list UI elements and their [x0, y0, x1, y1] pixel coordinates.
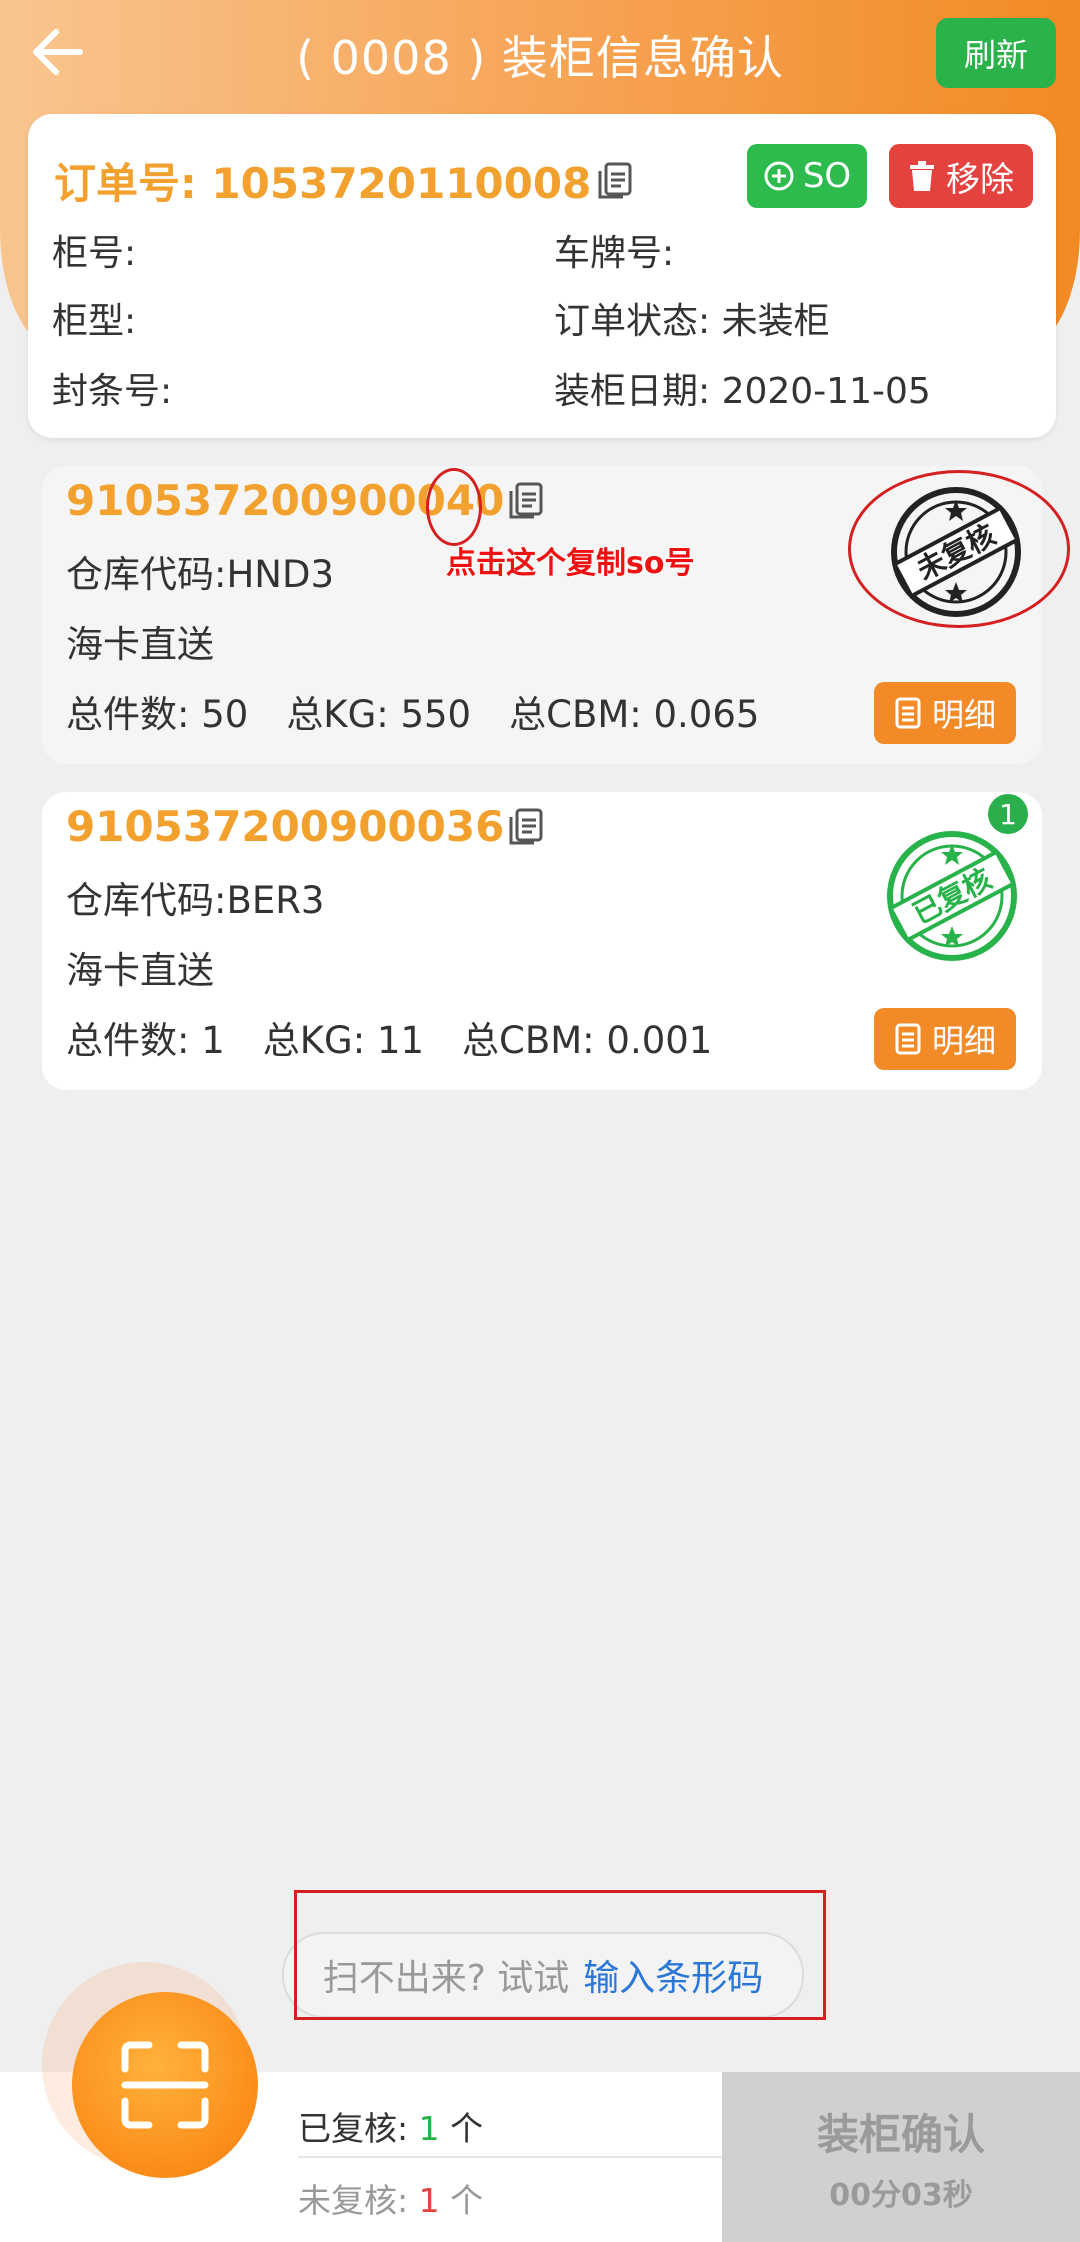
copy-icon[interactable] [508, 481, 544, 521]
stat-divider [298, 2156, 722, 2158]
confirm-timer: 00分03秒 [829, 2177, 973, 2213]
detail-label: 明细 [931, 1022, 996, 1060]
scan-icon [121, 2041, 209, 2129]
total-cbm: 总CBM: 0.065 [509, 693, 760, 736]
remove-button[interactable]: 移除 [889, 144, 1033, 208]
total-cbm: 总CBM: 0.001 [462, 1019, 713, 1062]
shipping-method: 海卡直送 [66, 623, 214, 666]
refresh-button[interactable]: 刷新 [936, 18, 1056, 88]
total-kg: 总KG: 11 [262, 1019, 425, 1062]
reviewed-number: 1 [418, 2109, 440, 2148]
detail-button[interactable]: 明细 [874, 682, 1016, 744]
document-icon [895, 1023, 921, 1055]
annotation-text: 点击这个复制so号 [446, 546, 695, 581]
total-pieces: 总件数: 50 [66, 693, 249, 736]
remove-label: 移除 [946, 159, 1014, 200]
order-status-field: 订单状态: 未装柜 [554, 301, 830, 342]
warehouse-code: 仓库代码:BER3 [66, 879, 325, 922]
reviewed-unit: 个 [450, 2109, 484, 2148]
reviewed-count: 已复核: 1 个 [298, 2102, 483, 2150]
load-date-field: 装柜日期: 2020-11-05 [554, 371, 931, 412]
warehouse-code: 仓库代码:HND3 [66, 553, 334, 596]
detail-button[interactable]: 明细 [874, 1008, 1016, 1070]
review-count-badge: 1 [988, 794, 1028, 834]
annotation-circle-copy [426, 468, 482, 546]
cabinet-type-field: 柜型: [52, 301, 137, 342]
seal-number-field: 封条号: [52, 371, 173, 412]
reviewed-stamp: 已复核 [880, 824, 1024, 972]
page-title: ( 0008 ) 装柜信息确认 [296, 31, 784, 85]
unreviewed-label: 未复核: [298, 2181, 409, 2220]
order-number: 订单号: 1053720110008 [54, 150, 633, 211]
detail-label: 明细 [931, 696, 996, 734]
shipping-method: 海卡直送 [66, 949, 214, 992]
add-so-button[interactable]: SO [747, 144, 867, 208]
order-info-card: 订单号: 1053720110008 SO 移除 柜号: 车牌号: 柜型: 订单… [28, 114, 1056, 438]
annotation-circle-stamp [848, 470, 1070, 628]
order-number-text: 订单号: 1053720110008 [54, 159, 592, 208]
document-icon [895, 697, 921, 729]
unreviewed-number: 1 [418, 2181, 440, 2220]
cabinet-number-field: 柜号: [52, 233, 137, 274]
unreviewed-count: 未复核: 1 个 [298, 2174, 483, 2222]
reviewed-label: 已复核: [298, 2109, 409, 2148]
scan-button[interactable] [72, 1992, 258, 2178]
copy-icon[interactable] [508, 807, 544, 847]
annotation-rect [294, 1890, 826, 2020]
total-pieces: 总件数: 1 [66, 1019, 225, 1062]
so-number-text: 910537200900036 [66, 802, 505, 851]
so-totals: 总件数: 1 总KG: 11 总CBM: 0.001 [66, 1010, 712, 1064]
copy-icon[interactable] [597, 161, 633, 201]
plus-circle-icon [764, 161, 794, 191]
plate-number-field: 车牌号: [554, 233, 675, 274]
so-card[interactable]: 910537200900036 仓库代码:BER3 海卡直送 总件数: 1 总K… [42, 792, 1042, 1090]
unreviewed-unit: 个 [450, 2181, 484, 2220]
add-so-label: SO [802, 156, 852, 196]
confirm-loading-label: 装柜确认 [816, 2109, 985, 2159]
so-totals: 总件数: 50 总KG: 550 总CBM: 0.065 [66, 684, 759, 738]
so-number: 910537200900036 [66, 802, 544, 851]
trash-icon [910, 161, 934, 191]
confirm-loading-button[interactable]: 装柜确认 00分03秒 [722, 2072, 1080, 2242]
total-kg: 总KG: 550 [286, 693, 472, 736]
stamp-text: 已复核 [907, 862, 997, 931]
